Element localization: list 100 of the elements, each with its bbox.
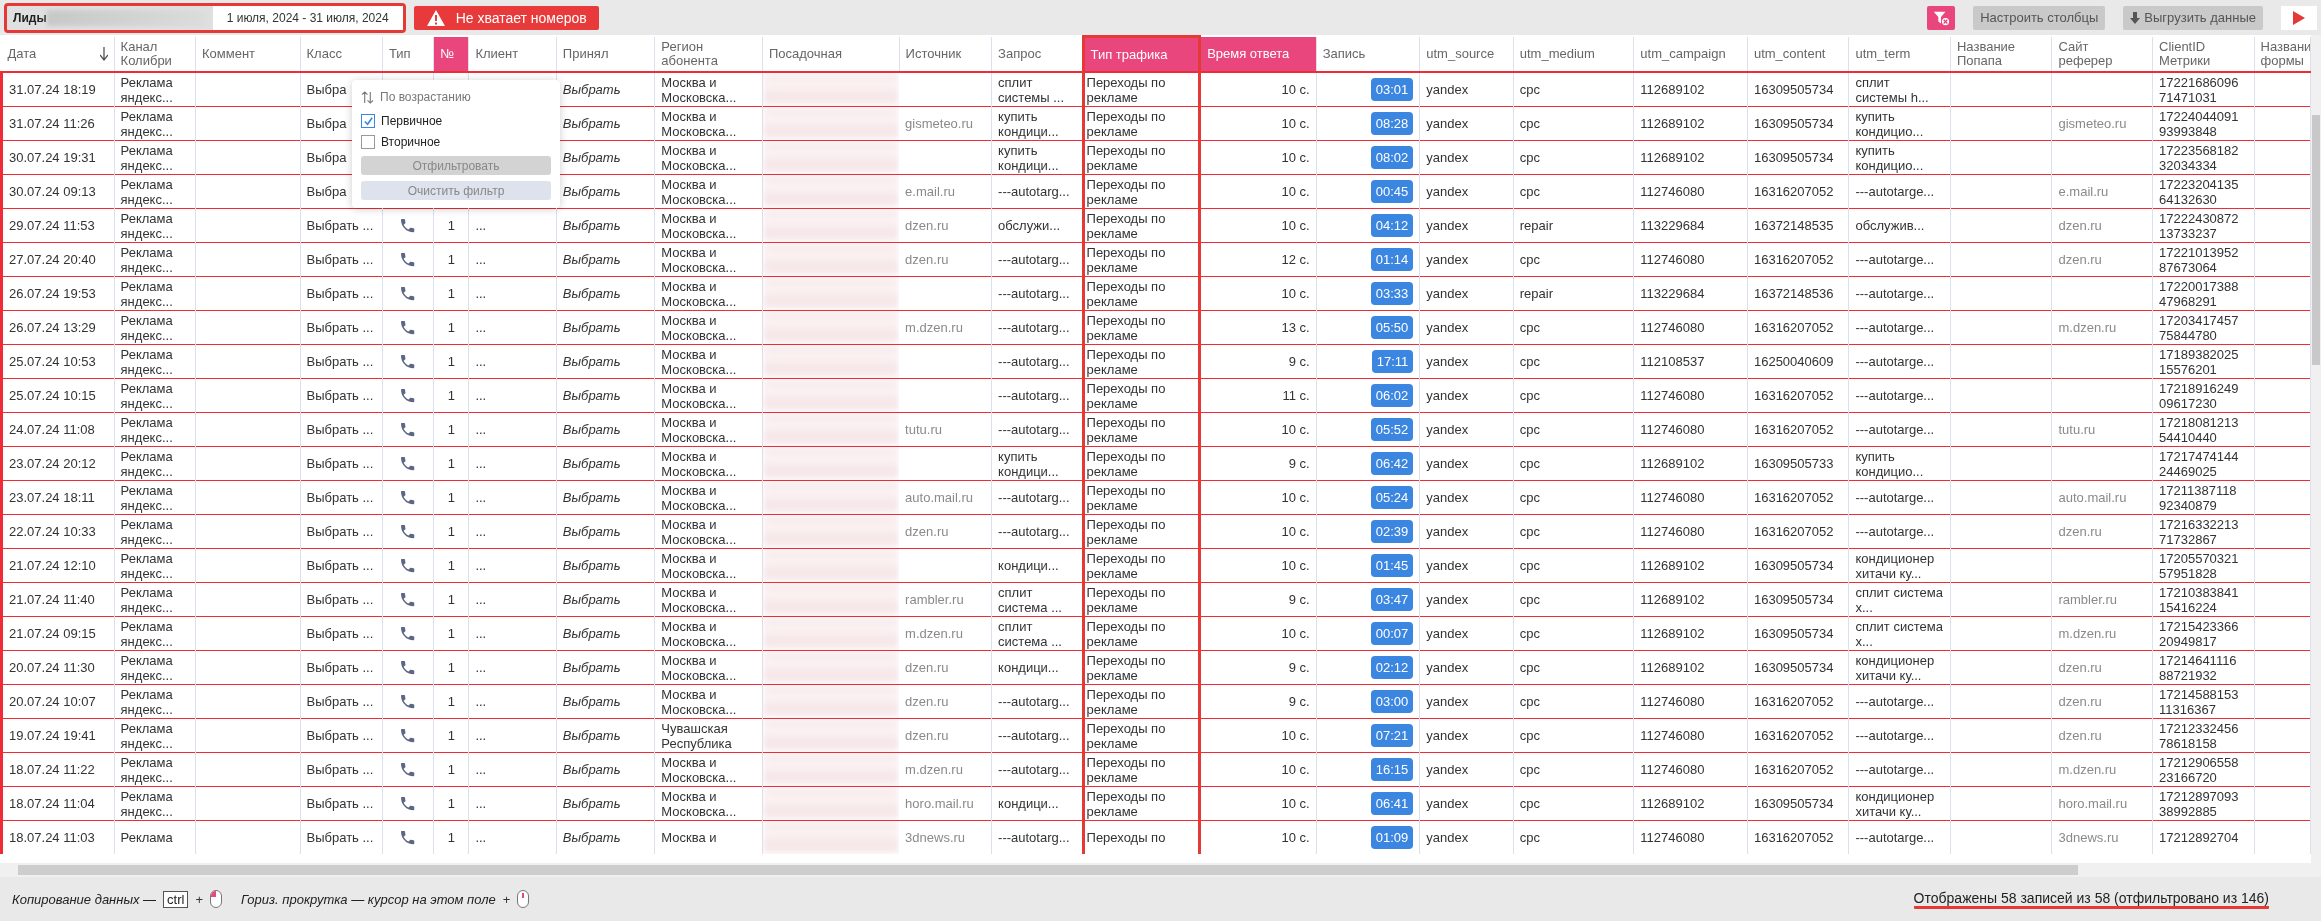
- recording-button[interactable]: 04:12: [1370, 214, 1414, 237]
- select-link[interactable]: Выбрать ...: [300, 412, 383, 447]
- recording-button[interactable]: 06:02: [1370, 384, 1414, 407]
- table-cell: ---autotarg...: [991, 684, 1084, 719]
- select-link[interactable]: Выбрать ...: [300, 650, 383, 685]
- select-link[interactable]: Выбрать: [556, 276, 655, 311]
- recording-button[interactable]: 01:45: [1370, 554, 1414, 577]
- recording-button[interactable]: 17:11: [1371, 350, 1414, 373]
- select-link[interactable]: Выбрать ...: [300, 310, 383, 345]
- horizontal-scrollbar[interactable]: [0, 863, 2321, 877]
- column-header[interactable]: utm_term: [1848, 36, 1951, 72]
- select-link[interactable]: Выбрать ...: [300, 242, 383, 277]
- select-link[interactable]: Выбрать ...: [300, 820, 383, 854]
- recording-button[interactable]: 06:41: [1370, 792, 1414, 815]
- select-link[interactable]: Выбрать: [556, 378, 655, 413]
- column-header[interactable]: Запись: [1316, 36, 1420, 72]
- select-link[interactable]: Выбрать: [556, 310, 655, 345]
- table-cell: 27.07.24 20:40: [1, 242, 115, 277]
- table-cell: cpc: [1513, 446, 1634, 481]
- column-header[interactable]: Канал Колибри: [114, 36, 196, 72]
- column-header[interactable]: utm_medium: [1513, 36, 1634, 72]
- recording-button[interactable]: 03:00: [1370, 690, 1414, 713]
- column-header[interactable]: utm_campaign: [1633, 36, 1748, 72]
- recording-button[interactable]: 05:52: [1370, 418, 1414, 441]
- recording-button[interactable]: 08:02: [1370, 146, 1414, 169]
- column-header[interactable]: Клиент: [468, 36, 557, 72]
- checkbox[interactable]: [361, 135, 375, 149]
- select-link[interactable]: Выбрать: [556, 344, 655, 379]
- column-header[interactable]: Тип: [382, 36, 434, 72]
- select-link[interactable]: Выбрать ...: [300, 786, 383, 821]
- select-link[interactable]: Выбрать ...: [300, 582, 383, 617]
- export-button[interactable]: Выгрузить данные: [2123, 5, 2263, 30]
- recording-button[interactable]: 02:39: [1370, 520, 1414, 543]
- select-link[interactable]: Выбрать: [556, 752, 655, 787]
- select-link[interactable]: Выбрать: [556, 446, 655, 481]
- select-link[interactable]: Выбрать ...: [300, 718, 383, 753]
- column-header[interactable]: utm_content: [1747, 36, 1849, 72]
- checkbox[interactable]: [361, 114, 375, 128]
- clear-filter-button[interactable]: [1927, 5, 1956, 30]
- select-link[interactable]: Выбрать: [556, 718, 655, 753]
- select-link[interactable]: Выбрать: [556, 650, 655, 685]
- select-link[interactable]: Выбрать: [556, 786, 655, 821]
- column-header[interactable]: №: [433, 36, 469, 72]
- select-link[interactable]: Выбрать: [556, 514, 655, 549]
- column-header[interactable]: utm_source: [1419, 36, 1514, 72]
- play-button[interactable]: [2281, 5, 2317, 30]
- column-header[interactable]: Тип трафика: [1083, 36, 1200, 72]
- column-header[interactable]: Дата: [1, 36, 115, 72]
- recording-button[interactable]: 07:21: [1370, 724, 1414, 747]
- recording-button[interactable]: 16:15: [1370, 758, 1414, 781]
- column-header[interactable]: Коммент: [195, 36, 301, 72]
- select-link[interactable]: Выбрать ...: [300, 616, 383, 651]
- select-link[interactable]: Выбрать: [556, 616, 655, 651]
- select-link[interactable]: Выбрать: [556, 208, 655, 243]
- recording-button[interactable]: 08:28: [1370, 112, 1414, 135]
- recording-button[interactable]: 03:33: [1370, 282, 1414, 305]
- select-link[interactable]: Выбрать ...: [300, 752, 383, 787]
- recording-button[interactable]: 01:14: [1370, 248, 1414, 271]
- column-header[interactable]: Регион абонента: [654, 36, 763, 72]
- column-header[interactable]: Название Попапа: [1950, 36, 2052, 72]
- column-header[interactable]: Класс: [300, 36, 383, 72]
- sort-ascending-option[interactable]: По возрастанию: [380, 90, 471, 104]
- alert-button[interactable]: Не хватает номеров: [413, 5, 599, 30]
- date-range-field[interactable]: 1 июля, 2024 - 31 июля, 2024: [212, 5, 403, 30]
- recording-button[interactable]: 00:07: [1370, 622, 1414, 645]
- column-header[interactable]: Сайт реферер: [2052, 36, 2153, 72]
- select-link[interactable]: Выбрать: [556, 684, 655, 719]
- recording-button[interactable]: 01:09: [1370, 826, 1414, 849]
- select-link[interactable]: Выбрать ...: [300, 684, 383, 719]
- table-cell: Реклама яндекс...: [114, 582, 196, 617]
- column-header[interactable]: ClientID Метрики: [2152, 36, 2254, 72]
- column-header[interactable]: Принял: [556, 36, 655, 72]
- select-link[interactable]: Выбрать ...: [300, 514, 383, 549]
- recording-button[interactable]: 02:12: [1370, 656, 1414, 679]
- leads-period-field[interactable]: Лиды 1 июля, 2024 - 31 июля, 2024: [4, 2, 406, 33]
- column-header[interactable]: Посадочная: [762, 36, 900, 72]
- select-link[interactable]: Выбрать ...: [300, 446, 383, 481]
- select-link[interactable]: Выбрать: [556, 548, 655, 583]
- column-header[interactable]: Источник: [899, 36, 992, 72]
- select-link[interactable]: Выбрать ...: [300, 344, 383, 379]
- select-link[interactable]: Выбрать: [556, 820, 655, 854]
- select-link[interactable]: Выбрать ...: [300, 480, 383, 515]
- recording-button[interactable]: 03:47: [1370, 588, 1414, 611]
- column-header[interactable]: Время ответа: [1199, 36, 1317, 72]
- table-cell: 30.07.24 19:31: [1, 140, 115, 175]
- recording-button[interactable]: 05:24: [1370, 486, 1414, 509]
- select-link[interactable]: Выбрать: [556, 582, 655, 617]
- configure-columns-button[interactable]: Настроить столбцы: [1973, 5, 2106, 30]
- select-link[interactable]: Выбрать ...: [300, 548, 383, 583]
- recording-button[interactable]: 05:50: [1370, 316, 1414, 339]
- select-link[interactable]: Выбрать: [556, 242, 655, 277]
- recording-button[interactable]: 00:45: [1370, 180, 1414, 203]
- select-link[interactable]: Выбрать: [556, 480, 655, 515]
- recording-button[interactable]: 03:01: [1370, 78, 1414, 101]
- select-link[interactable]: Выбрать: [556, 412, 655, 447]
- select-link[interactable]: Выбрать ...: [300, 378, 383, 413]
- select-link[interactable]: Выбрать ...: [300, 276, 383, 311]
- vertical-scrollbar[interactable]: [2311, 35, 2321, 863]
- recording-button[interactable]: 06:42: [1370, 452, 1414, 475]
- table-cell: 30.07.24 09:13: [1, 174, 115, 209]
